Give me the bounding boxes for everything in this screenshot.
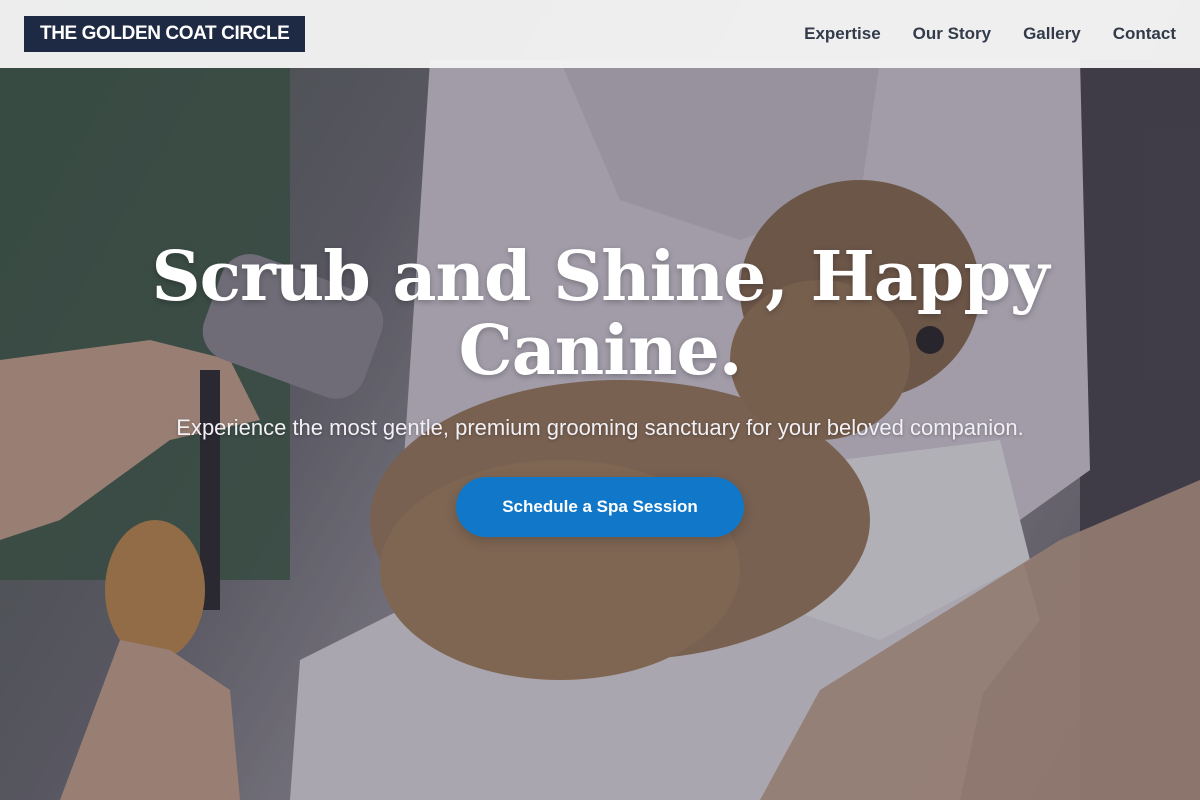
nav-link-contact[interactable]: Contact bbox=[1113, 24, 1176, 44]
schedule-spa-session-button[interactable]: Schedule a Spa Session bbox=[456, 477, 744, 537]
hero-headline: Scrub and Shine, Happy Canine. bbox=[151, 237, 1049, 391]
site-header: THE GOLDEN COAT CIRCLE Expertise Our Sto… bbox=[0, 0, 1200, 68]
nav-link-our-story[interactable]: Our Story bbox=[913, 24, 991, 44]
brand-logo[interactable]: THE GOLDEN COAT CIRCLE bbox=[24, 16, 306, 52]
nav-link-gallery[interactable]: Gallery bbox=[1023, 24, 1081, 44]
nav-link-expertise[interactable]: Expertise bbox=[804, 24, 881, 44]
main-nav: Expertise Our Story Gallery Contact bbox=[804, 24, 1176, 44]
hero-subheadline: Experience the most gentle, premium groo… bbox=[176, 415, 1024, 440]
hero-content: Scrub and Shine, Happy Canine. Experienc… bbox=[0, 240, 1200, 537]
